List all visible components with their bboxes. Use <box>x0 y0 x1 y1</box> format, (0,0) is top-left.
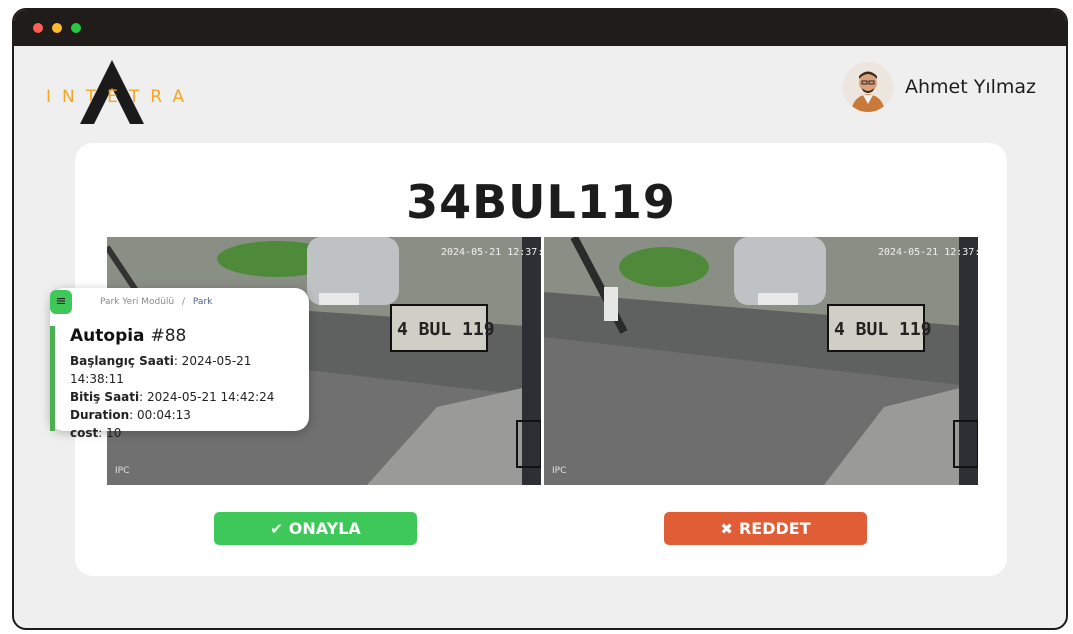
plate-crop-text: 4 BUL 119 <box>397 319 495 340</box>
detail-row-cost: cost: 10 <box>70 426 122 440</box>
app-window: INTETRA Ahmet Yılmaz 34BUL119 4 BUL 119 … <box>12 8 1068 630</box>
detail-row-start: Başlangıç Saati: 2024-05-21 14:38:11 <box>70 354 252 386</box>
plate-number-title: 34BUL119 <box>406 175 676 229</box>
popup-details: Başlangıç Saati: 2024-05-21 14:38:11 Bit… <box>70 352 309 442</box>
detail-row-end: Bitiş Saati: 2024-05-21 14:42:24 <box>70 390 275 404</box>
parking-name: Autopia <box>70 326 145 346</box>
breadcrumb: Park Yeri Modülü / Park <box>100 297 212 307</box>
detail-row-duration: Duration: 00:04:13 <box>70 408 191 422</box>
popup-title: Autopia #88 <box>70 326 186 346</box>
approve-label: ONAYLA <box>288 519 361 538</box>
breadcrumb-separator: / <box>181 297 186 307</box>
camera-watermark: IPC <box>552 466 566 476</box>
user-name: Ahmet Yılmaz <box>904 76 1036 98</box>
parking-number: #88 <box>150 326 187 346</box>
breadcrumb-item-park[interactable]: Park <box>193 297 212 307</box>
close-icon: ✖ <box>720 519 733 538</box>
logo-triangle-icon: INTETRA <box>46 60 184 124</box>
reject-button[interactable]: ✖ REDDET <box>664 512 867 545</box>
camera-timestamp: 2024-05-21 12:37:13 <box>441 247 541 258</box>
avatar <box>842 62 893 112</box>
maximize-window-button[interactable] <box>71 23 81 33</box>
camera-watermark: IPC <box>115 466 129 476</box>
check-icon: ✔ <box>270 519 283 538</box>
breadcrumb-item-module[interactable]: Park Yeri Modülü <box>100 297 174 307</box>
camera-image-right[interactable]: 4 BUL 119 2024-05-21 12:37:13 IPC <box>544 237 978 485</box>
parking-info-popup: ≡ Park Yeri Modülü / Park Autopia #88 Ba… <box>50 288 309 440</box>
popup-accent-bar <box>50 326 55 431</box>
reject-label: REDDET <box>738 519 811 538</box>
close-window-button[interactable] <box>33 23 43 33</box>
minimize-window-button[interactable] <box>52 23 62 33</box>
title-bar <box>14 10 1066 46</box>
user-profile[interactable]: Ahmet Yılmaz <box>842 62 1036 112</box>
intetra-logo[interactable]: INTETRA <box>44 58 184 128</box>
camera-timestamp: 2024-05-21 12:37:13 <box>878 247 978 258</box>
approve-button[interactable]: ✔ ONAYLA <box>214 512 417 545</box>
svg-text:INTETRA: INTETRA <box>46 87 184 107</box>
plate-crop-text: 4 BUL 119 <box>834 319 932 340</box>
menu-icon[interactable]: ≡ <box>50 290 72 314</box>
